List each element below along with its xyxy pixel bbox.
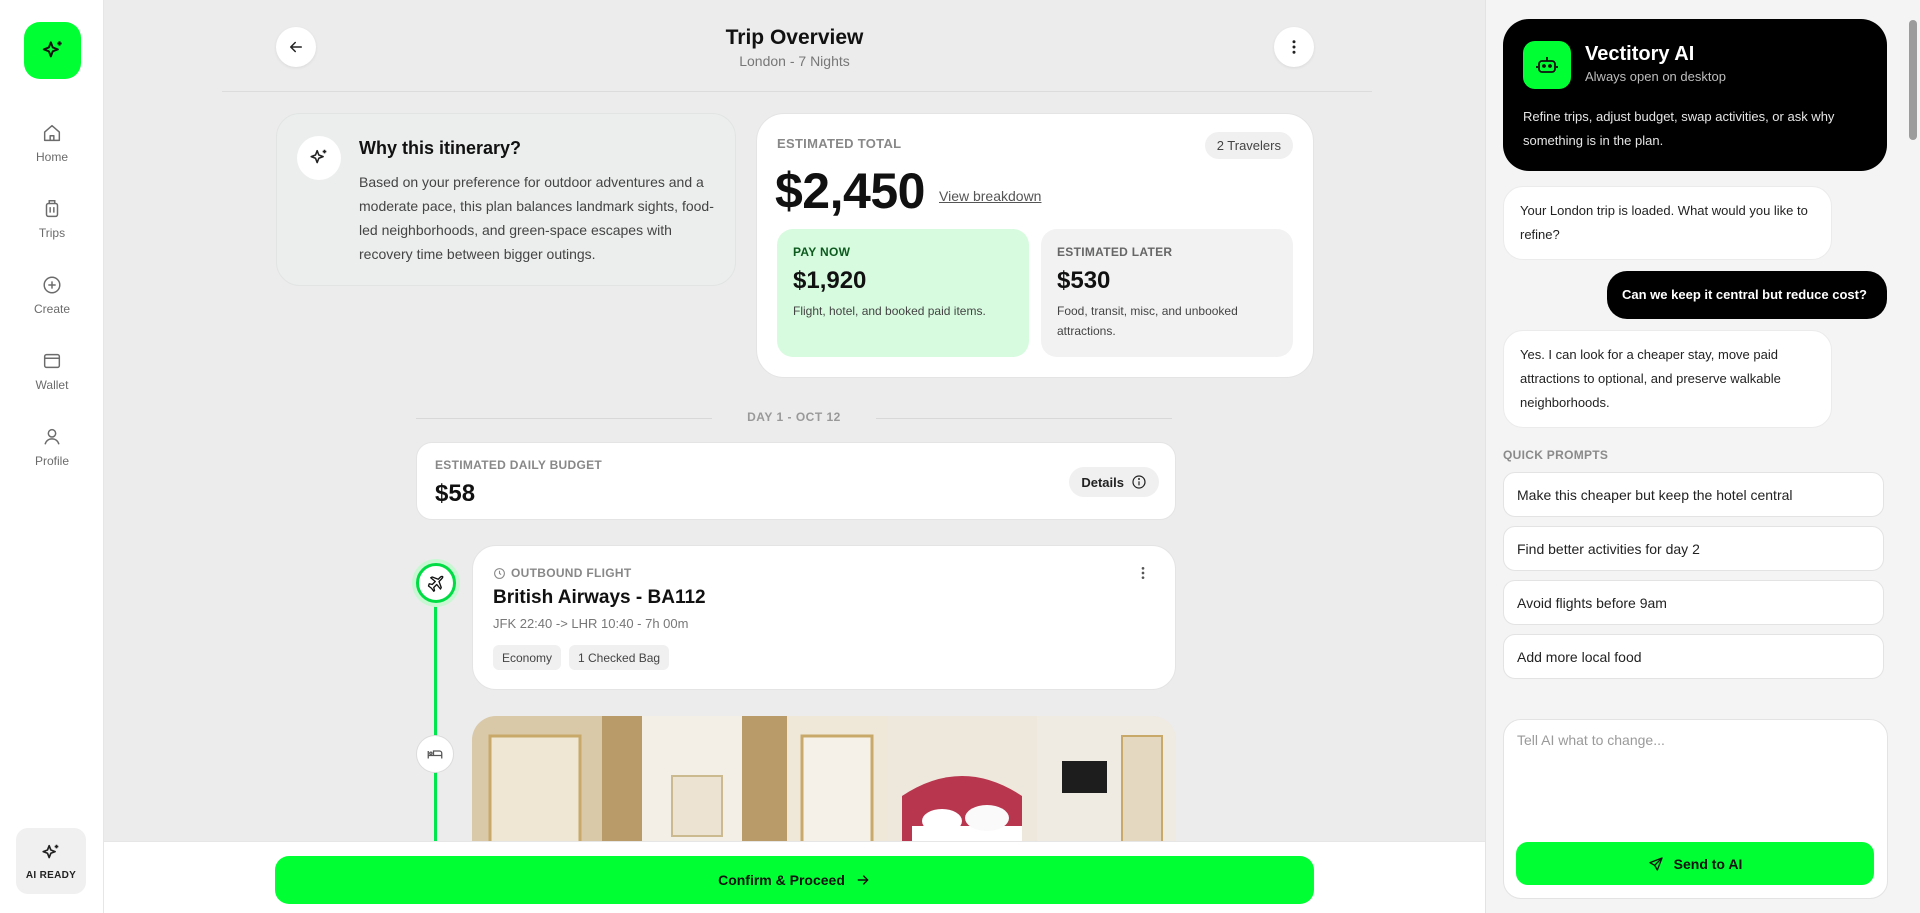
ai-avatar [1523,41,1571,89]
more-vertical-icon [1292,40,1296,54]
ai-message-input[interactable] [1517,732,1872,822]
info-icon [1132,475,1146,489]
details-button[interactable]: Details [1069,467,1159,497]
chat-message-user: Can we keep it central but reduce cost? [1607,271,1887,319]
sparkles-icon [42,40,62,57]
sidebar-item-label: Trips [38,226,66,240]
sparkles-icon [310,149,327,164]
flight-kind: OUTBOUND FLIGHT [493,566,632,580]
view-breakdown-link[interactable]: View breakdown [939,188,1041,204]
flight-route: JFK 22:40 -> LHR 10:40 - 7h 00m [493,616,689,631]
plus-circle-icon [43,276,61,294]
daily-budget-label: ESTIMATED DAILY BUDGET [435,458,603,472]
send-to-ai-label: Send to AI [1673,855,1743,872]
travelers-badge[interactable]: 2 Travelers [1204,132,1293,159]
luggage-icon [45,200,59,218]
ai-ready-indicator[interactable]: AI READY [16,828,86,894]
pay-now-amount: $1,920 [793,267,867,294]
sidebar-item-trips[interactable]: Trips [0,198,104,258]
ai-ready-label: AI READY [25,869,77,881]
sidebar-item-label: Home [35,150,68,164]
confirm-proceed-label: Confirm & Proceed [718,872,845,888]
estimated-later-amount: $530 [1057,267,1111,294]
flight-name: British Airways - BA112 [493,587,706,608]
arrow-right-icon [857,875,869,885]
estimated-later-label: ESTIMATED LATER [1057,245,1173,259]
bed-icon [427,750,443,759]
sidebar-item-wallet[interactable]: Wallet [0,350,104,410]
sidebar-item-create[interactable]: Create [0,274,104,334]
ai-description: Refine trips, adjust budget, swap activi… [1523,109,1835,148]
send-to-ai-button[interactable]: Send to AI [1516,842,1874,885]
estimated-total-label: ESTIMATED TOTAL [777,136,902,151]
main-content: Trip Overview London - 7 Nights Why this… [104,0,1485,913]
ai-status: Always open on desktop [1585,69,1726,84]
day-label: DAY 1 - OCT 12 [747,410,841,424]
ai-header-card: Vectitory AI Always open on desktop Refi… [1503,19,1887,171]
quick-prompts-label: QUICK PROMPTS [1503,448,1609,462]
more-options-button[interactable] [1274,27,1314,67]
chat-message-ai: Yes. I can look for a cheaper stay, move… [1503,330,1832,428]
bottom-action-bar: Confirm & Proceed [104,841,1485,913]
flight-tag-baggage: 1 Checked Bag [569,645,670,670]
ai-compose-box: Send to AI [1503,719,1888,899]
flight-card[interactable]: OUTBOUND FLIGHT British Airways - BA112 … [472,545,1176,690]
pay-now-box: PAY NOW $1,920 Flight, hotel, and booked… [777,229,1029,357]
pay-now-label: PAY NOW [793,245,851,259]
plane-icon [427,575,444,592]
chat-message-ai: Your London trip is loaded. What would y… [1503,186,1832,260]
why-body: Based on your preference for outdoor adv… [359,174,714,262]
send-icon [1648,856,1663,871]
total-amount: $2,450 [775,163,925,219]
confirm-proceed-button[interactable]: Confirm & Proceed [275,856,1314,904]
pay-now-desc: Flight, hotel, and booked paid items. [793,304,986,318]
quick-prompt-item[interactable]: Add more local food [1503,634,1884,679]
sidebar-item-label: Profile [34,454,69,468]
sparkles-icon [42,844,59,858]
why-title: Why this itinerary? [359,138,522,158]
header-divider [222,91,1372,92]
details-label: Details [1081,474,1124,490]
clock-icon [494,567,505,579]
sidebar-item-label: Create [33,302,71,316]
sidebar-item-label: Wallet [35,378,69,392]
home-icon [43,124,61,142]
sidebar-nav: Home Trips Create Wallet Profile AI READ… [0,0,104,913]
quick-prompt-item[interactable]: Avoid flights before 9am [1503,580,1884,625]
flight-tag-class: Economy [493,645,562,670]
estimated-later-desc: Food, transit, misc, and unbooked attrac… [1057,304,1238,338]
why-itinerary-card: Why this itinerary? Based on your prefer… [276,113,736,286]
daily-budget-card: ESTIMATED DAILY BUDGET $58 Details [416,442,1176,520]
panel-scrollbar[interactable] [1909,20,1917,140]
user-icon [44,428,60,445]
why-icon-wrap [297,136,341,180]
app-logo[interactable] [24,22,81,79]
more-vertical-icon[interactable] [1135,564,1151,582]
timeline-hotel-marker [416,735,454,773]
timeline-line [434,600,437,850]
timeline-flight-marker [416,563,456,603]
daily-budget-amount: $58 [435,480,476,507]
sidebar-item-profile[interactable]: Profile [0,426,104,486]
ai-assistant-panel: Vectitory AI Always open on desktop Refi… [1485,0,1920,913]
ai-name: Vectitory AI [1585,43,1695,65]
wallet-icon [43,353,61,369]
quick-prompt-item[interactable]: Make this cheaper but keep the hotel cen… [1503,472,1884,517]
flight-kind-label: OUTBOUND FLIGHT [511,566,632,580]
estimated-total-card: ESTIMATED TOTAL 2 Travelers $2,450 View … [756,113,1314,378]
quick-prompt-item[interactable]: Find better activities for day 2 [1503,526,1884,571]
estimated-later-box: ESTIMATED LATER $530 Food, transit, misc… [1041,229,1293,357]
sidebar-item-home[interactable]: Home [0,122,104,182]
robot-icon [1536,57,1558,73]
